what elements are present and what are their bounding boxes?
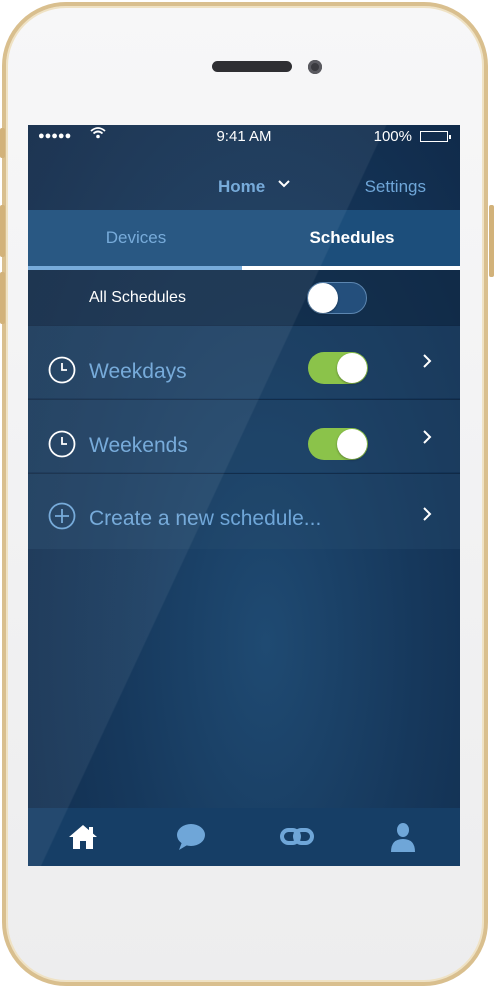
app-screen: ●●●●● 9:41 AM 100% Home Settings Devices… [28,125,460,866]
status-bar: ●●●●● 9:41 AM 100% [28,125,460,149]
person-icon[interactable] [385,820,421,854]
chevron-down-icon[interactable] [277,176,291,193]
mute-switch [0,128,5,158]
all-schedules-toggle[interactable] [307,282,367,314]
schedule-row-weekends[interactable]: Weekends [28,399,460,472]
chevron-right-icon [422,352,432,375]
weekdays-toggle[interactable] [308,352,368,384]
power-button [489,205,494,277]
battery-percentage: 100% [373,128,412,145]
house-icon[interactable] [65,820,101,854]
schedule-name: Weekdays [89,360,187,383]
chat-bubble-icon[interactable] [173,820,209,854]
earpiece-speaker [212,61,292,72]
tab-schedules[interactable]: Schedules [244,210,460,266]
link-icon[interactable] [279,820,315,854]
segment-tabs: Devices Schedules [28,210,460,270]
all-schedules-label: All Schedules [89,289,186,306]
create-schedule-label: Create a new schedule... [89,507,322,530]
bottom-tab-bar [28,808,460,866]
tab-devices[interactable]: Devices [28,210,244,266]
schedule-row-weekdays[interactable]: Weekdays [28,325,460,398]
settings-button[interactable]: Settings [365,177,426,197]
volume-down-button [0,272,5,324]
front-camera [308,60,322,74]
create-schedule-row[interactable]: Create a new schedule... [28,473,460,549]
chevron-right-icon [422,428,432,451]
plus-circle-icon [48,502,76,530]
schedule-name: Weekends [89,434,188,457]
volume-up-button [0,205,5,257]
weekends-toggle[interactable] [308,428,368,460]
home-location-selector[interactable]: Home [218,177,265,197]
chevron-right-icon [422,505,432,528]
clock-icon [48,430,76,458]
navigation-bar: Home Settings [28,149,460,209]
clock-icon [48,356,76,384]
battery-icon [420,131,451,142]
all-schedules-row: All Schedules [28,270,460,325]
